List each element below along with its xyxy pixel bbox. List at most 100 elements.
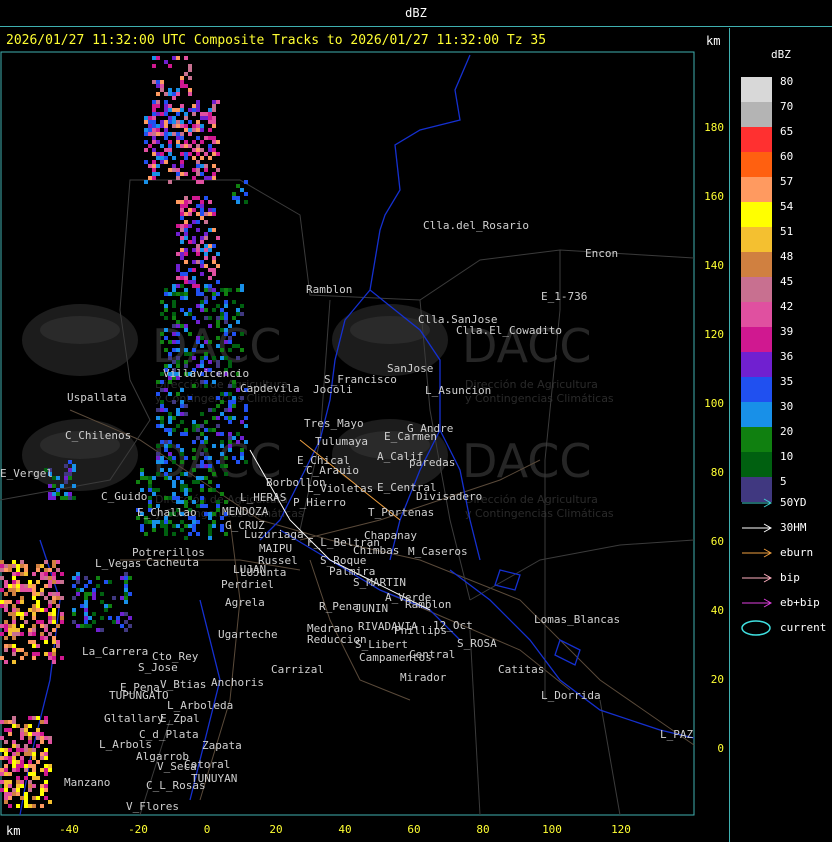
x-tick-label: 80	[476, 823, 490, 836]
echo-cell	[72, 620, 76, 624]
echo-cell	[152, 116, 156, 120]
echo-cell	[168, 452, 172, 456]
place-label: Lomas_Blancas	[534, 613, 621, 626]
echo-cell	[44, 568, 48, 572]
echo-cell	[44, 756, 48, 760]
echo-cell	[44, 736, 48, 740]
echo-cell	[212, 116, 216, 120]
echo-cell	[200, 180, 204, 184]
echo-cell	[168, 380, 172, 384]
echo-cell	[84, 592, 88, 596]
echo-cell	[232, 404, 236, 408]
echo-cell	[24, 800, 28, 804]
echo-cell	[196, 120, 200, 124]
echo-cell	[120, 624, 124, 628]
echo-cell	[84, 576, 88, 580]
echo-cell	[156, 392, 160, 396]
echo-cell	[24, 796, 28, 800]
echo-cell	[196, 160, 200, 164]
echo-cell	[236, 320, 240, 324]
echo-cell	[84, 600, 88, 604]
echo-cell	[4, 592, 8, 596]
echo-cell	[216, 292, 220, 296]
echo-cell	[204, 380, 208, 384]
echo-cell	[72, 608, 76, 612]
legend-track-label: bip	[780, 571, 800, 584]
echo-cell	[208, 144, 212, 148]
echo-cell	[188, 108, 192, 112]
echo-cell	[0, 588, 4, 592]
echo-cell	[196, 148, 200, 152]
echo-cell	[40, 572, 44, 576]
echo-cell	[164, 316, 168, 320]
echo-cell	[108, 616, 112, 620]
echo-cell	[20, 656, 24, 660]
echo-cell	[48, 656, 52, 660]
echo-cell	[184, 212, 188, 216]
echo-cell	[68, 468, 72, 472]
echo-cell	[36, 652, 40, 656]
echo-cell	[180, 388, 184, 392]
echo-cell	[192, 156, 196, 160]
echo-cell	[172, 164, 176, 168]
echo-cell	[184, 260, 188, 264]
echo-cell	[8, 588, 12, 592]
echo-cell	[232, 196, 236, 200]
echo-cell	[220, 492, 224, 496]
echo-cell	[32, 644, 36, 648]
legend-title: dBZ	[771, 48, 791, 61]
echo-cell	[208, 512, 212, 516]
echo-cell	[32, 784, 36, 788]
y-tick-label: 0	[717, 742, 724, 755]
echo-cell	[176, 276, 180, 280]
echo-cell	[156, 452, 160, 456]
echo-cell	[156, 380, 160, 384]
legend-level-label: 42	[780, 300, 794, 313]
echo-cell	[212, 308, 216, 312]
echo-cell	[152, 64, 156, 68]
echo-cell	[224, 500, 228, 504]
echo-cell	[44, 780, 48, 784]
echo-cell	[204, 236, 208, 240]
echo-cell	[32, 612, 36, 616]
echo-cell	[16, 612, 20, 616]
echo-cell	[240, 348, 244, 352]
echo-cell	[28, 724, 32, 728]
echo-cell	[156, 456, 160, 460]
echo-cell	[16, 804, 20, 808]
echo-cell	[164, 292, 168, 296]
echo-cell	[4, 660, 8, 664]
echo-cell	[224, 320, 228, 324]
echo-cell	[224, 292, 228, 296]
echo-cell	[32, 656, 36, 660]
echo-cell	[216, 280, 220, 284]
echo-cell	[200, 304, 204, 308]
echo-cell	[60, 612, 64, 616]
echo-cell	[204, 300, 208, 304]
echo-cell	[164, 288, 168, 292]
echo-cell	[168, 148, 172, 152]
echo-cell	[8, 624, 12, 628]
echo-cell	[180, 460, 184, 464]
echo-cell	[168, 108, 172, 112]
echo-cell	[200, 424, 204, 428]
echo-cell	[12, 644, 16, 648]
echo-cell	[184, 280, 188, 284]
legend-swatch	[741, 427, 772, 452]
echo-cell	[176, 92, 180, 96]
echo-cell	[36, 580, 40, 584]
echo-cell	[224, 316, 228, 320]
echo-cell	[144, 132, 148, 136]
echo-cell	[36, 796, 40, 800]
echo-cell	[200, 172, 204, 176]
echo-cell	[180, 432, 184, 436]
echo-cell	[176, 232, 180, 236]
echo-cell	[4, 648, 8, 652]
legend-swatch	[741, 277, 772, 302]
echo-cell	[56, 492, 60, 496]
echo-cell	[16, 572, 20, 576]
echo-cell	[216, 152, 220, 156]
y-tick-label: 80	[710, 466, 724, 479]
echo-cell	[180, 108, 184, 112]
echo-cell	[184, 140, 188, 144]
